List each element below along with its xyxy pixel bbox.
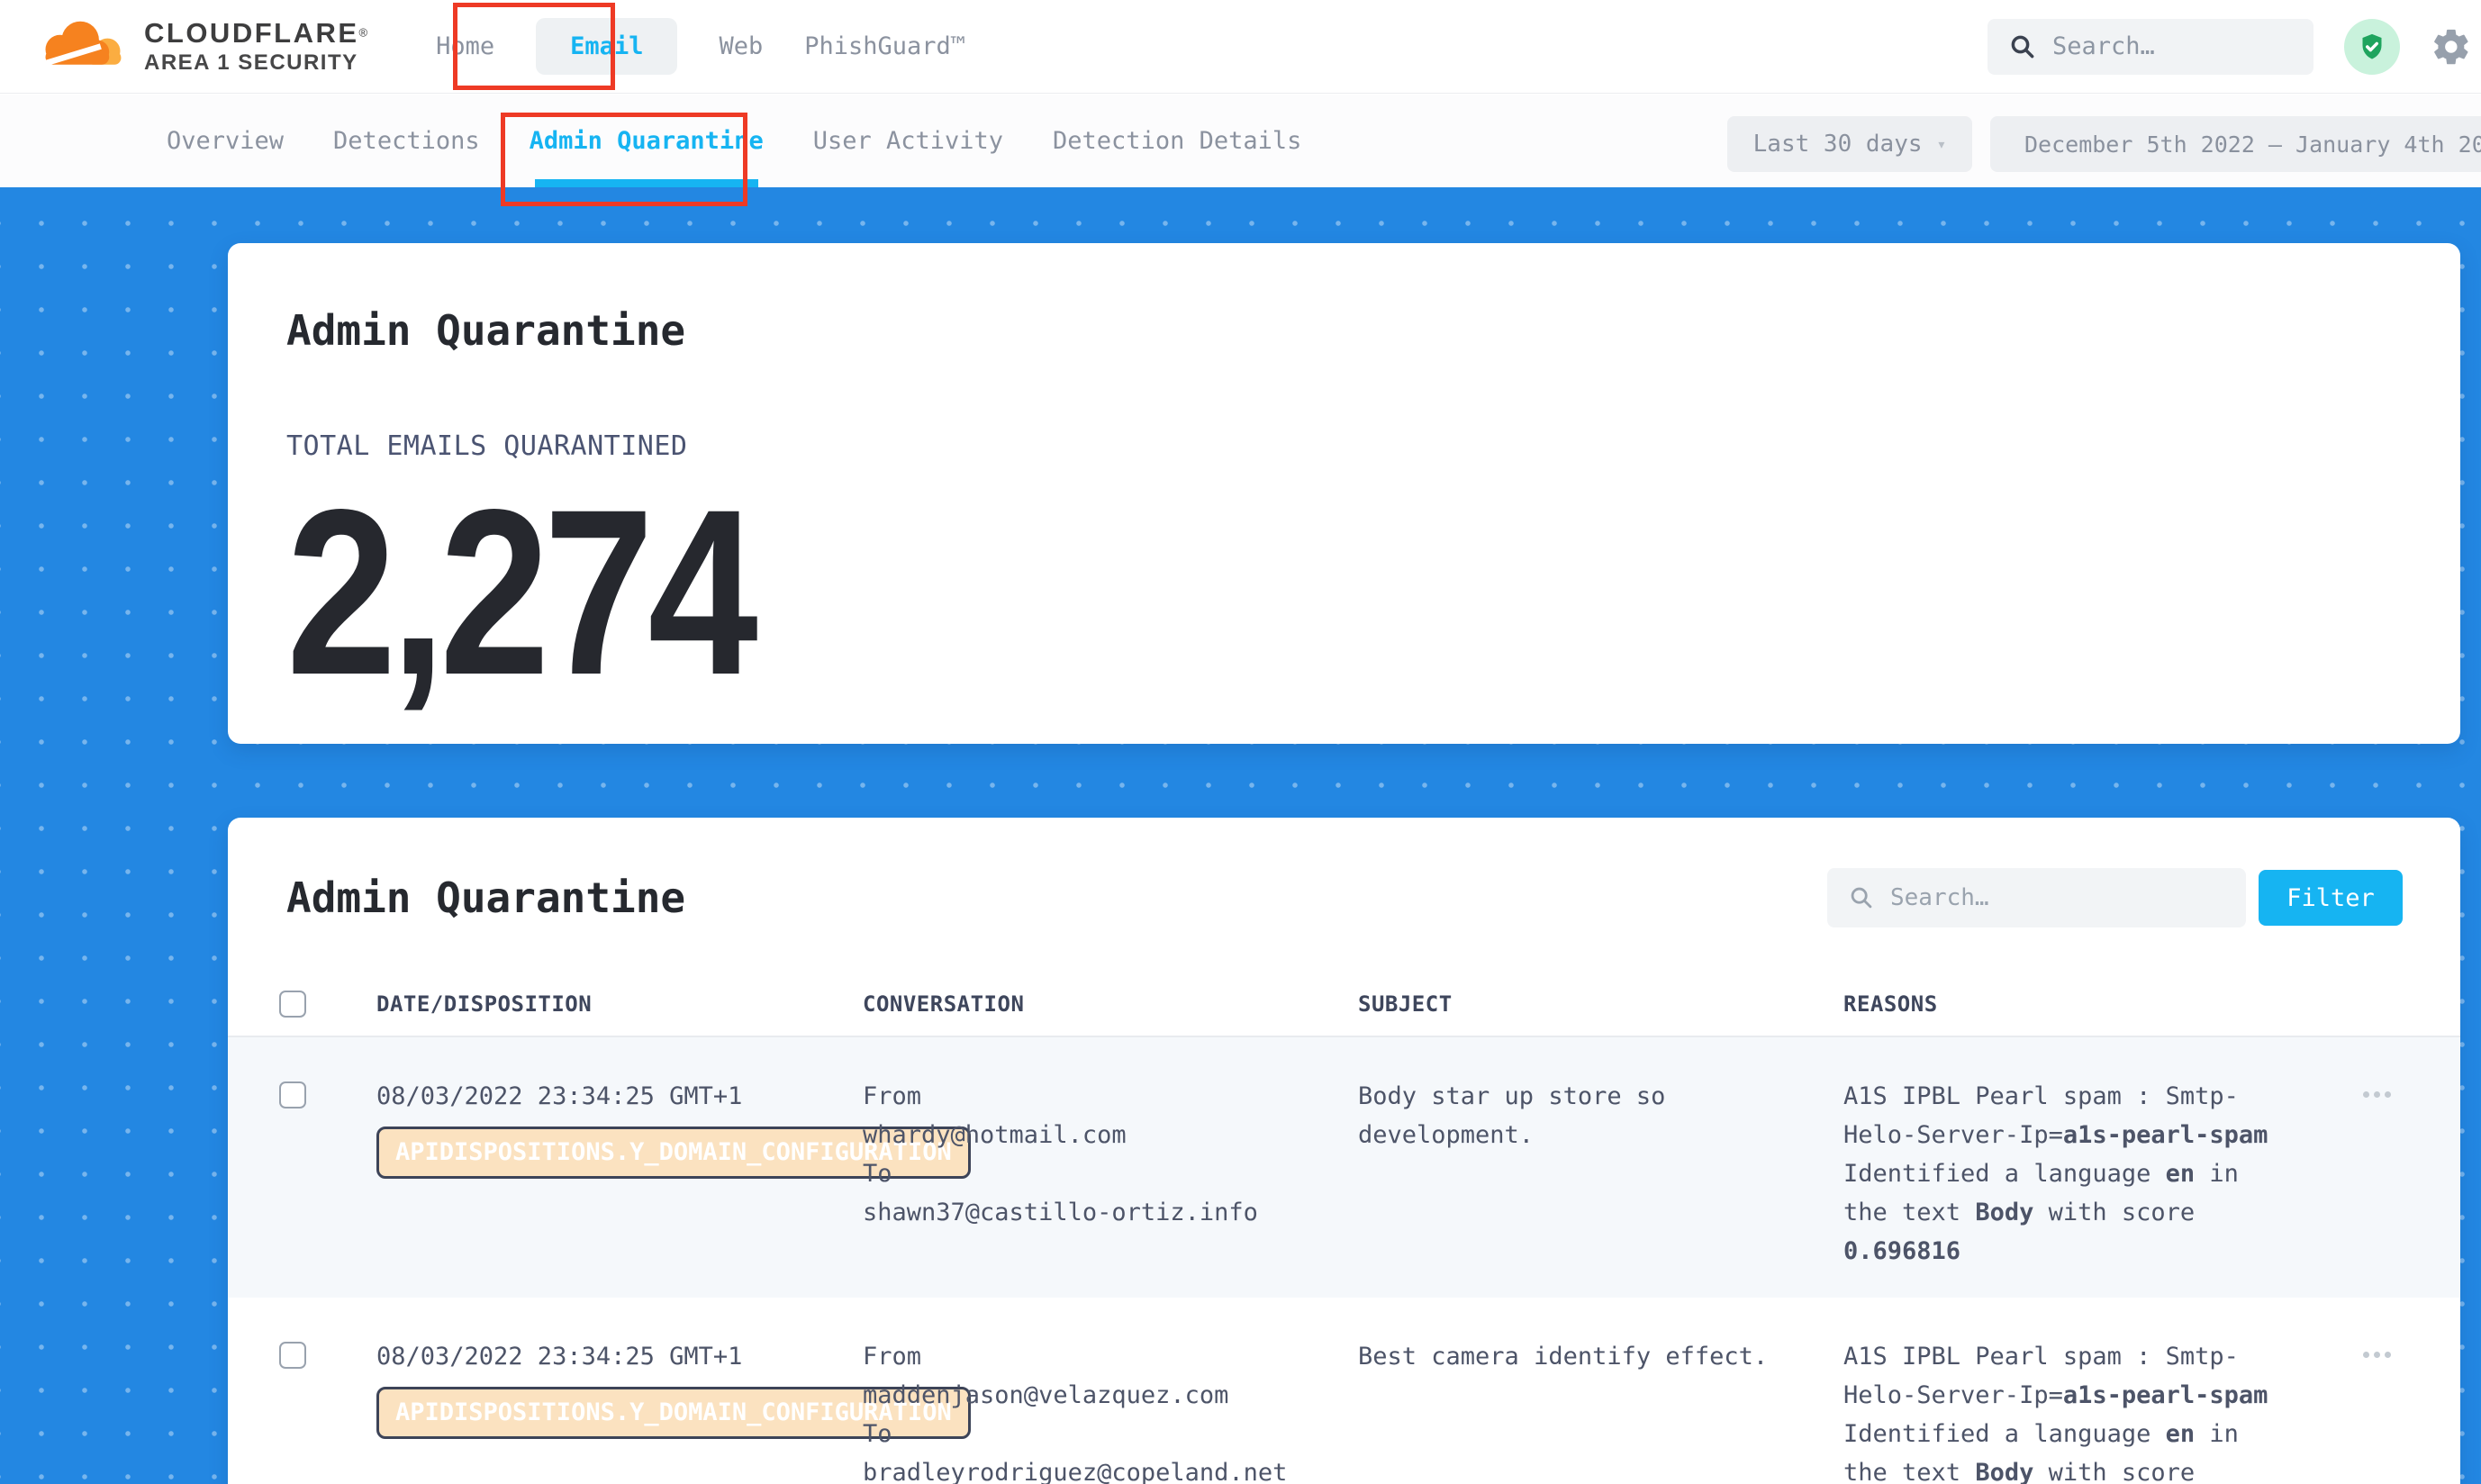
search-icon xyxy=(1849,885,1874,910)
to-address: shawn37@castillo-ortiz.info xyxy=(863,1193,1358,1232)
ellipsis-icon xyxy=(2374,1091,2380,1098)
table-card-title: Admin Quarantine xyxy=(286,873,685,922)
summary-card-title: Admin Quarantine xyxy=(286,243,2460,355)
row-checkbox[interactable] xyxy=(279,1342,306,1369)
column-reasons: REASONS xyxy=(1843,991,2294,1017)
registered-mark: ® xyxy=(359,25,368,39)
top-navbar: CLOUDFLARE® AREA 1 SECURITY Home Email W… xyxy=(0,0,2481,94)
tab-web[interactable]: Web xyxy=(719,32,763,60)
protection-status-badge[interactable] xyxy=(2344,19,2400,75)
row-date: 08/03/2022 23:34:25 GMT+1 xyxy=(376,1077,863,1116)
shield-check-icon xyxy=(2356,31,2388,63)
subtab-overview[interactable]: Overview xyxy=(167,95,284,187)
settings-button[interactable] xyxy=(2431,26,2472,68)
email-sub-navbar: Overview Detections Admin Quarantine Use… xyxy=(0,95,2481,187)
brand-name: CLOUDFLARE xyxy=(144,17,359,49)
quarantine-table: DATE/DISPOSITION CONVERSATION SUBJECT RE… xyxy=(228,973,2460,1484)
table-row: 08/03/2022 23:34:25 GMT+1 APIDISPOSITION… xyxy=(228,1298,2460,1484)
from-address: whardy@hotmail.com xyxy=(863,1116,1358,1154)
date-range-display[interactable]: December 5th 2022 — January 4th 2023 xyxy=(1990,116,2481,172)
from-label: From xyxy=(863,1077,1358,1116)
total-quarantined-label: TOTAL EMAILS QUARANTINED xyxy=(286,430,2460,462)
column-subject: SUBJECT xyxy=(1358,991,1843,1017)
date-range-dropdown[interactable]: Last 30 days ▾ xyxy=(1727,116,1972,172)
cloudflare-cloud-icon xyxy=(36,17,130,77)
quarantine-table-card: Admin Quarantine Filter DATE/DISPOSITION xyxy=(228,818,2460,1484)
top-nav-tabs: Home Email Web PhishGuard™ xyxy=(436,18,965,75)
to-label: To xyxy=(863,1154,1358,1193)
column-conversation: CONVERSATION xyxy=(863,991,1358,1017)
column-date-disposition: DATE/DISPOSITION xyxy=(376,991,863,1017)
row-subject: Best camera identify effect. xyxy=(1358,1337,1843,1484)
row-reasons: A1S IPBL Pearl spam : Smtp-Helo-Server-I… xyxy=(1843,1077,2285,1271)
to-label: To xyxy=(863,1415,1358,1453)
global-search-input[interactable] xyxy=(2052,32,2268,60)
subtab-detections[interactable]: Detections xyxy=(333,95,480,187)
total-quarantined-value: 2,274 xyxy=(286,475,2460,710)
app-window: CLOUDFLARE® AREA 1 SECURITY Home Email W… xyxy=(0,0,2481,1484)
ellipsis-icon xyxy=(2363,1091,2369,1098)
summary-card: Admin Quarantine TOTAL EMAILS QUARANTINE… xyxy=(228,243,2460,744)
ellipsis-icon xyxy=(2385,1091,2391,1098)
from-address: maddenjason@velazquez.com xyxy=(863,1376,1358,1415)
filter-button[interactable]: Filter xyxy=(2259,870,2403,926)
row-date: 08/03/2022 23:34:25 GMT+1 xyxy=(376,1337,863,1376)
row-reasons: A1S IPBL Pearl spam : Smtp-Helo-Server-I… xyxy=(1843,1337,2285,1484)
brand-subtitle: AREA 1 SECURITY xyxy=(144,51,367,75)
ellipsis-icon xyxy=(2363,1352,2369,1358)
tab-phishguard[interactable]: PhishGuard™ xyxy=(804,32,965,60)
to-address: bradleyrodriguez@copeland.net xyxy=(863,1453,1358,1484)
gear-icon xyxy=(2431,26,2472,68)
table-tools: Filter xyxy=(1827,868,2403,928)
date-range-dropdown-label: Last 30 days xyxy=(1753,131,1923,158)
table-row: 08/03/2022 23:34:25 GMT+1 APIDISPOSITION… xyxy=(228,1037,2460,1298)
quarantine-table-body: 08/03/2022 23:34:25 GMT+1 APIDISPOSITION… xyxy=(228,1037,2460,1484)
brand-text: CLOUDFLARE® AREA 1 SECURITY xyxy=(144,18,367,75)
search-icon xyxy=(2009,33,2036,60)
tab-email[interactable]: Email xyxy=(536,18,677,75)
subtab-user-activity[interactable]: User Activity xyxy=(813,95,1003,187)
subtab-admin-quarantine[interactable]: Admin Quarantine xyxy=(530,95,764,187)
row-subject: Body star up store so development. xyxy=(1358,1077,1843,1271)
cloudflare-logo[interactable]: CLOUDFLARE® AREA 1 SECURITY xyxy=(0,17,367,77)
ellipsis-icon xyxy=(2385,1352,2391,1358)
row-menu-button[interactable] xyxy=(2363,1090,2391,1099)
top-nav-right xyxy=(1988,19,2481,75)
row-menu-button[interactable] xyxy=(2363,1350,2391,1359)
row-checkbox[interactable] xyxy=(279,1081,306,1108)
date-range-text: December 5th 2022 — January 4th 2023 xyxy=(2024,131,2481,158)
tab-home[interactable]: Home xyxy=(436,32,494,60)
select-all-checkbox[interactable] xyxy=(279,991,306,1018)
caret-down-icon: ▾ xyxy=(1937,135,1947,154)
table-card-header: Admin Quarantine Filter xyxy=(228,818,2460,928)
table-search-box[interactable] xyxy=(1827,868,2246,928)
global-search-box[interactable] xyxy=(1988,19,2313,75)
table-header-row: DATE/DISPOSITION CONVERSATION SUBJECT RE… xyxy=(228,973,2460,1037)
from-label: From xyxy=(863,1337,1358,1376)
subtab-detection-details[interactable]: Detection Details xyxy=(1053,95,1301,187)
ellipsis-icon xyxy=(2374,1352,2380,1358)
page-background: Admin Quarantine TOTAL EMAILS QUARANTINE… xyxy=(0,187,2481,1484)
table-search-input[interactable] xyxy=(1890,884,2187,911)
